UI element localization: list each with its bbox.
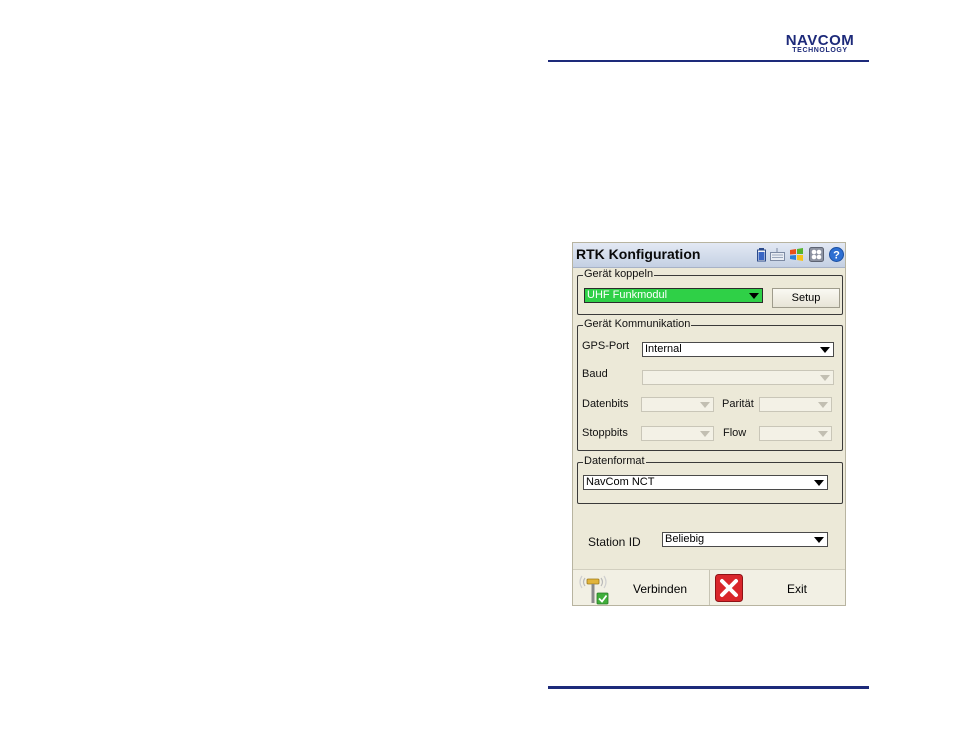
exit-button[interactable]: Exit	[710, 570, 845, 605]
chevron-down-icon	[814, 480, 824, 486]
station-id-label: Station ID	[588, 535, 641, 549]
setup-button[interactable]: Setup	[772, 288, 840, 308]
gps-port-value: Internal	[645, 343, 682, 355]
connect-button[interactable]: Verbinden	[573, 570, 709, 605]
chevron-down-icon	[820, 347, 830, 353]
stoppbits-label: Stoppbits	[582, 427, 628, 439]
chevron-down-icon	[818, 431, 828, 437]
settings-icon[interactable]	[809, 247, 824, 262]
paritaet-label: Parität	[722, 398, 754, 410]
chevron-down-icon	[820, 375, 830, 381]
kommunikation-legend: Gerät Kommunikation	[583, 318, 692, 330]
gps-port-label: GPS-Port	[582, 340, 630, 352]
app-title: RTK Konfiguration	[576, 246, 701, 262]
baud-label: Baud	[582, 368, 608, 380]
antenna-connect-icon	[579, 575, 609, 605]
datenbits-select[interactable]	[641, 397, 714, 412]
flow-label: Flow	[723, 427, 747, 439]
keyboard-icon[interactable]	[770, 247, 785, 262]
logo-line2: TECHNOLOGY	[792, 47, 848, 54]
paritaet-select[interactable]	[759, 397, 832, 412]
connect-label: Verbinden	[633, 582, 688, 596]
close-icon	[715, 574, 743, 602]
header-rule	[548, 60, 869, 62]
svg-text:?: ?	[833, 250, 840, 262]
datenformat-value: NavCom NCT	[586, 476, 655, 488]
station-id-value: Beliebig	[665, 533, 705, 545]
chevron-down-icon	[700, 402, 710, 408]
help-icon[interactable]: ?	[829, 247, 844, 262]
gps-port-select[interactable]: Internal	[642, 342, 834, 357]
footer-rule	[548, 686, 869, 689]
battery-icon[interactable]	[754, 247, 769, 262]
chevron-down-icon	[818, 402, 828, 408]
title-bar: RTK Konfiguration ?	[573, 243, 845, 268]
exit-label: Exit	[787, 582, 808, 596]
geraet-koppeln-legend: Gerät koppeln	[583, 268, 655, 280]
datenformat-legend: Datenformat	[583, 455, 646, 467]
device-screen: RTK Konfiguration ? Gerät koppeln UHF Fu…	[572, 242, 846, 606]
station-id-select[interactable]: Beliebig	[662, 532, 828, 547]
chevron-down-icon	[814, 537, 824, 543]
bottom-bar: Verbinden Exit	[573, 569, 845, 605]
navcom-logo: NAVCOM TECHNOLOGY	[772, 33, 868, 55]
datenbits-label: Datenbits	[582, 398, 629, 410]
device-select[interactable]: UHF Funkmodul	[584, 288, 763, 303]
datenformat-group: Datenformat NavCom NCT	[577, 455, 843, 504]
windows-flag-icon[interactable]	[789, 247, 804, 262]
baud-select[interactable]	[642, 370, 834, 385]
device-select-value: UHF Funkmodul	[587, 289, 668, 301]
datenformat-select[interactable]: NavCom NCT	[583, 475, 828, 490]
chevron-down-icon	[700, 431, 710, 437]
stoppbits-select[interactable]	[641, 426, 714, 441]
logo-line1: NAVCOM	[785, 32, 855, 49]
kommunikation-group: Gerät Kommunikation GPS-Port Internal Ba…	[577, 318, 843, 451]
chevron-down-icon	[749, 293, 759, 299]
geraet-koppeln-group: Gerät koppeln UHF Funkmodul Setup	[577, 268, 843, 315]
flow-select[interactable]	[759, 426, 832, 441]
